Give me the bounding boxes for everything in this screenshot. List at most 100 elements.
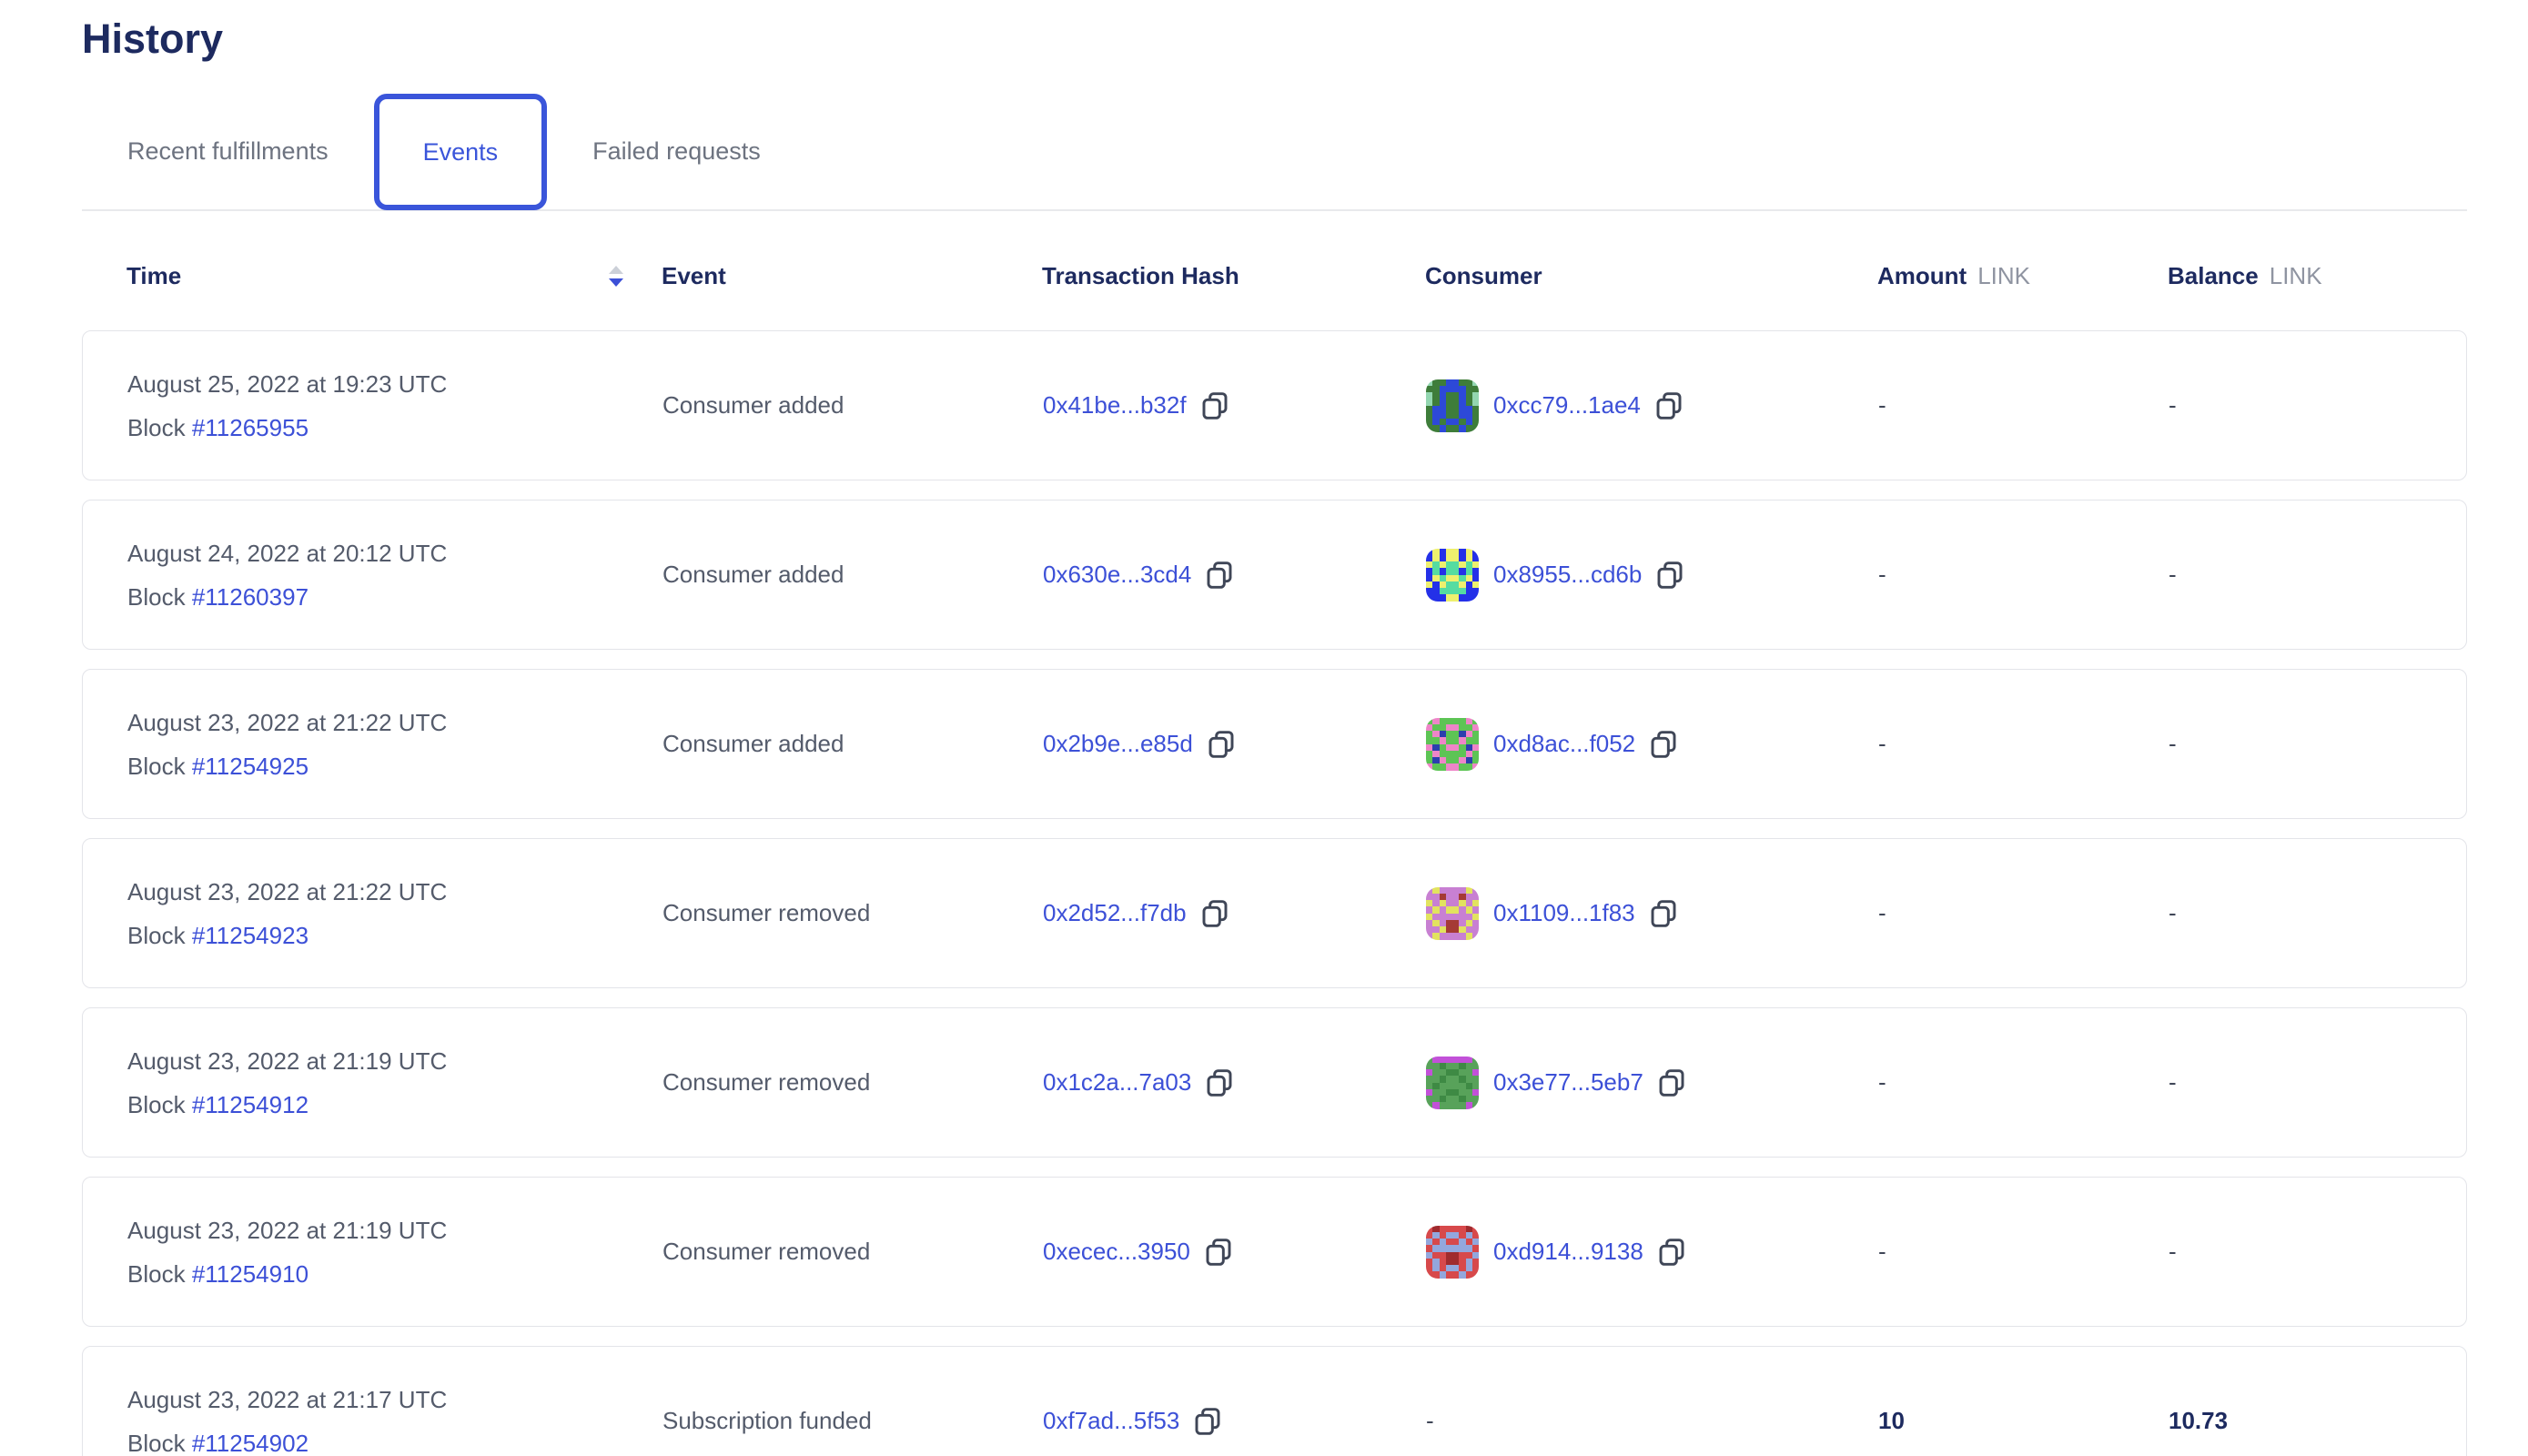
event-row: August 23, 2022 at 21:22 UTC Block #1125… <box>82 838 2467 988</box>
consumer-address-link[interactable]: 0x3e77...5eb7 <box>1493 1068 1643 1097</box>
transaction-hash-link[interactable]: 0x2d52...f7db <box>1043 899 1187 927</box>
event-row: August 24, 2022 at 20:12 UTC Block #1126… <box>82 500 2467 650</box>
transaction-hash-cell: 0x630e...3cd4 <box>1043 561 1426 590</box>
copy-icon[interactable] <box>1650 730 1677 759</box>
column-header-consumer[interactable]: Consumer <box>1425 262 1877 290</box>
sort-indicator-icon[interactable] <box>609 266 623 287</box>
consumer-address-link[interactable]: 0x1109...1f83 <box>1493 899 1635 927</box>
block-number-link[interactable]: #11260397 <box>192 583 308 611</box>
amount-value: 10 <box>1878 1407 2169 1435</box>
event-row: August 23, 2022 at 21:17 UTC Block #1125… <box>82 1346 2467 1456</box>
block-label: Block <box>127 922 186 949</box>
transaction-hash-cell: 0xf7ad...5f53 <box>1043 1407 1426 1436</box>
balance-value: 10.73 <box>2169 1407 2466 1435</box>
event-row: August 23, 2022 at 21:19 UTC Block #1125… <box>82 1007 2467 1158</box>
block-number-link[interactable]: #11254923 <box>192 922 308 949</box>
balance-unit-label: LINK <box>2270 262 2322 290</box>
transaction-hash-cell: 0x1c2a...7a03 <box>1043 1068 1426 1097</box>
sort-down-icon <box>609 278 623 287</box>
transaction-hash-cell: 0x2d52...f7db <box>1043 899 1426 928</box>
balance-value: - <box>2169 1068 2466 1097</box>
amount-value: - <box>1878 561 2169 589</box>
column-header-transaction-hash[interactable]: Transaction Hash <box>1042 262 1425 290</box>
event-type: Consumer added <box>662 391 1043 420</box>
tab-events[interactable]: Events <box>374 94 548 210</box>
copy-icon[interactable] <box>1201 391 1229 420</box>
event-date: August 25, 2022 at 19:23 UTC <box>127 370 662 398</box>
consumer-identicon <box>1426 718 1479 771</box>
consumer-cell: 0x8955...cd6b <box>1426 549 1878 602</box>
event-date: August 23, 2022 at 21:19 UTC <box>127 1217 662 1244</box>
event-type: Consumer added <box>662 561 1043 589</box>
time-cell: August 23, 2022 at 21:17 UTC Block #1125… <box>127 1386 662 1456</box>
transaction-hash-link[interactable]: 0x1c2a...7a03 <box>1043 1068 1191 1097</box>
time-cell: August 23, 2022 at 21:22 UTC Block #1125… <box>127 709 662 780</box>
transaction-hash-link[interactable]: 0x630e...3cd4 <box>1043 561 1191 589</box>
column-header-balance[interactable]: Balance LINK <box>2168 262 2467 290</box>
time-cell: August 25, 2022 at 19:23 UTC Block #1126… <box>127 370 662 441</box>
copy-icon[interactable] <box>1205 1238 1232 1267</box>
tab-bar: Recent fulfillments Events Failed reques… <box>82 93 2467 211</box>
block-number-link[interactable]: #11254902 <box>192 1430 308 1456</box>
copy-icon[interactable] <box>1206 561 1233 590</box>
consumer-identicon <box>1426 1226 1479 1279</box>
tab-recent-fulfillments[interactable]: Recent fulfillments <box>82 93 363 209</box>
table-header: Time Event Transaction Hash Consumer Amo… <box>82 262 2467 290</box>
block-label: Block <box>127 1091 186 1118</box>
balance-column-label: Balance <box>2168 262 2259 290</box>
block-line: Block #11254902 <box>127 1430 662 1456</box>
transaction-hash-link[interactable]: 0x2b9e...e85d <box>1043 730 1193 758</box>
event-date: August 23, 2022 at 21:22 UTC <box>127 709 662 736</box>
event-row: August 23, 2022 at 21:19 UTC Block #1125… <box>82 1177 2467 1327</box>
amount-column-label: Amount <box>1877 262 1967 290</box>
copy-icon[interactable] <box>1206 1068 1233 1097</box>
copy-icon[interactable] <box>1194 1407 1221 1436</box>
block-label: Block <box>127 1430 186 1456</box>
copy-icon[interactable] <box>1658 1068 1685 1097</box>
history-page: History Recent fulfillments Events Faile… <box>0 15 2528 1456</box>
block-number-link[interactable]: #11265955 <box>192 414 308 441</box>
consumer-cell: 0x3e77...5eb7 <box>1426 1057 1878 1109</box>
column-header-event[interactable]: Event <box>662 262 1042 290</box>
time-cell: August 23, 2022 at 21:22 UTC Block #1125… <box>127 878 662 949</box>
amount-value: - <box>1878 391 2169 420</box>
copy-icon[interactable] <box>1658 1238 1685 1267</box>
copy-icon[interactable] <box>1650 899 1677 928</box>
column-header-amount[interactable]: Amount LINK <box>1877 262 2168 290</box>
block-number-link[interactable]: #11254912 <box>192 1091 308 1118</box>
consumer-address-link[interactable]: 0xd8ac...f052 <box>1493 730 1635 758</box>
event-date: August 23, 2022 at 21:19 UTC <box>127 1047 662 1075</box>
transaction-hash-link[interactable]: 0xecec...3950 <box>1043 1238 1190 1266</box>
block-line: Block #11254925 <box>127 753 662 780</box>
column-header-time[interactable]: Time <box>126 262 662 290</box>
transaction-hash-link[interactable]: 0x41be...b32f <box>1043 391 1187 420</box>
time-cell: August 24, 2022 at 20:12 UTC Block #1126… <box>127 540 662 611</box>
transaction-hash-cell: 0xecec...3950 <box>1043 1238 1426 1267</box>
copy-icon[interactable] <box>1201 899 1229 928</box>
event-type: Consumer removed <box>662 1238 1043 1266</box>
copy-icon[interactable] <box>1656 561 1684 590</box>
copy-icon[interactable] <box>1655 391 1683 420</box>
block-number-link[interactable]: #11254925 <box>192 753 308 780</box>
amount-value: - <box>1878 730 2169 758</box>
consumer-address-link[interactable]: 0xd914...9138 <box>1493 1238 1643 1266</box>
time-column-label: Time <box>126 262 181 290</box>
transaction-hash-link[interactable]: 0xf7ad...5f53 <box>1043 1407 1179 1435</box>
block-number-link[interactable]: #11254910 <box>192 1260 308 1288</box>
copy-icon[interactable] <box>1208 730 1235 759</box>
tab-failed-requests[interactable]: Failed requests <box>558 93 795 209</box>
balance-value: - <box>2169 561 2466 589</box>
consumer-address-link[interactable]: 0xcc79...1ae4 <box>1493 391 1641 420</box>
sort-up-icon <box>609 266 623 274</box>
consumer-address-link[interactable]: 0x8955...cd6b <box>1493 561 1642 589</box>
balance-value: - <box>2169 730 2466 758</box>
block-label: Block <box>127 414 186 441</box>
amount-value: - <box>1878 899 2169 927</box>
transaction-hash-cell: 0x41be...b32f <box>1043 391 1426 420</box>
time-cell: August 23, 2022 at 21:19 UTC Block #1125… <box>127 1047 662 1118</box>
event-type: Consumer removed <box>662 899 1043 927</box>
event-type: Consumer removed <box>662 1068 1043 1097</box>
block-line: Block #11254923 <box>127 922 662 949</box>
consumer-cell: 0x1109...1f83 <box>1426 887 1878 940</box>
event-type: Subscription funded <box>662 1407 1043 1435</box>
